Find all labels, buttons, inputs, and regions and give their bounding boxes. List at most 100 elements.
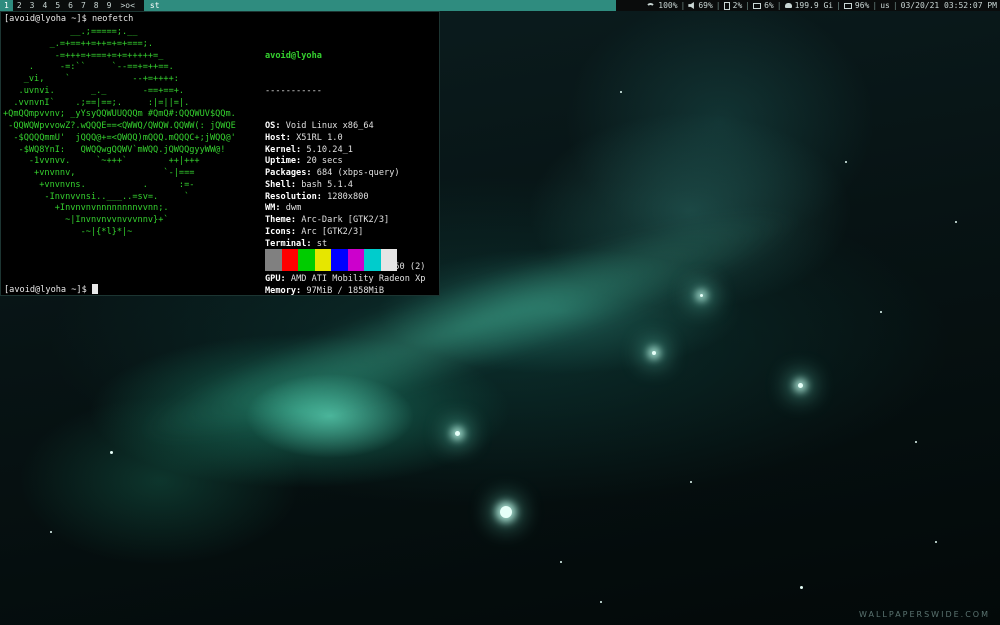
info-row: GPU: AMD ATI Mobility Radeon Xp [265,273,426,284]
color-swatch [364,249,381,260]
info-key: Host [265,132,286,143]
star [935,541,937,543]
info-value: X51RL 1.0 [296,132,343,143]
cpu-icon [753,2,762,9]
tag-5[interactable]: 5 [51,0,64,11]
color-swatch [314,260,331,271]
info-underline: ----------- [265,85,322,96]
cpu-value: 6% [764,1,774,10]
battery-value: 2% [732,1,743,10]
star [455,431,460,436]
info-value: dwm [285,203,302,214]
color-swatch [331,249,348,260]
text-cursor [91,284,98,294]
info-key: Packages [265,168,307,178]
volume-icon [688,2,694,9]
star [915,441,917,443]
prompt-text: [avoid@lyoha ~]$ [4,285,92,295]
info-row: Resolution: 1280x800 [265,191,369,202]
separator: | [715,1,721,10]
color-swatch [265,260,282,271]
tag-3[interactable]: 3 [26,0,39,11]
bright-star [500,506,512,518]
memory-value: 96% [854,1,870,10]
status-text: 100% | 69% | 2% | 6% | 199.9 Gi | 96% | … [646,0,1000,12]
info-value: AMD ATI Mobility Radeon Xp [290,273,426,284]
separator: | [892,1,898,10]
info-key: Memory [265,285,297,296]
color-swatch [331,260,348,271]
dwm-status-bar: 1 2 3 4 5 6 7 8 9 >o< st 100% | 69% | 2%… [0,0,1000,11]
info-row: Memory: 97MiB / 1858MiB [265,285,385,296]
info-key: WM [265,203,276,214]
color-swatch [265,249,282,260]
layout-symbol[interactable]: >o< [115,0,139,11]
info-key: Kernel [265,144,297,155]
info-value: bash 5.1.4 [301,179,353,190]
color-palette-dark [265,249,397,260]
info-value: Arc-Dark [GTK2/3] [301,215,390,225]
info-row: Icons: Arc [GTK2/3] [265,226,364,237]
info-key: Shell [265,179,291,190]
color-swatch [281,260,298,271]
disk-value: 199.9 Gi [794,1,834,10]
color-swatch [281,249,298,260]
color-swatch [380,260,397,271]
color-swatch [347,249,364,260]
color-swatch [347,260,364,271]
terminal-prompt[interactable]: [avoid@lyoha ~]$ [4,284,98,297]
tag-1[interactable]: 1 [0,0,13,11]
terminal-window[interactable]: [avoid@lyoha ~]$ neofetch __.;=====;.__ … [0,11,440,296]
system-info: avoid@lyoha ----------- OS: Void Linux x… [265,27,425,321]
info-value: 20 secs [306,156,343,167]
separator: | [776,1,782,10]
info-value: 5.10.24_1 [306,144,353,155]
tag-2[interactable]: 2 [13,0,26,11]
separator: | [872,1,878,10]
window-title[interactable]: st [143,0,616,11]
volume-value: 69% [698,1,713,10]
info-value: 684 (xbps-query) [316,168,400,178]
color-swatch [298,260,315,271]
info-row: OS: Void Linux x86_64 [265,121,374,131]
info-row: Kernel: 5.10.24_1 [265,144,353,155]
color-swatch [298,249,315,260]
info-title: avoid@lyoha [265,50,322,61]
wifi-value: 100% [658,1,678,10]
info-value: Arc [GTK2/3] [301,226,364,237]
tag-6[interactable]: 6 [64,0,77,11]
info-value: st [316,238,328,249]
star [560,561,562,563]
tag-4[interactable]: 4 [38,0,51,11]
color-swatch [364,260,381,271]
star [798,383,803,388]
battery-icon [723,1,730,10]
info-key: GPU [265,273,281,284]
wallpaper-watermark: WALLPAPERSWIDE.COM [859,610,990,619]
wifi-icon [646,2,656,12]
info-key: Uptime [265,156,297,167]
info-row: Shell: bash 5.1.4 [265,179,353,190]
star [600,601,602,603]
star [110,451,113,454]
star [690,481,692,483]
memory-icon [843,2,852,9]
info-value: 97MiB / 1858MiB [306,285,385,296]
info-row: WM: dwm [265,203,302,214]
clock: 03/20/21 03:52:07 PM [900,1,997,10]
tag-7[interactable]: 7 [77,0,90,11]
star [620,91,622,93]
tag-8[interactable]: 8 [90,0,103,11]
info-row: Packages: 684 (xbps-query) [265,168,400,178]
info-row: Theme: Arc-Dark [GTK2/3] [265,215,390,225]
star [50,531,52,533]
star [700,294,703,297]
void-linux-ascii-logo: __.;=====;.__ _.=+==++=++=+=+===;. -=+++… [3,27,236,237]
info-value: 1280x800 [327,191,369,202]
tag-9[interactable]: 9 [103,0,116,11]
color-swatch [380,249,397,260]
info-key: Terminal [265,238,307,249]
info-row: Uptime: 20 secs [265,156,343,167]
separator: | [745,1,751,10]
disk-icon [784,3,792,8]
